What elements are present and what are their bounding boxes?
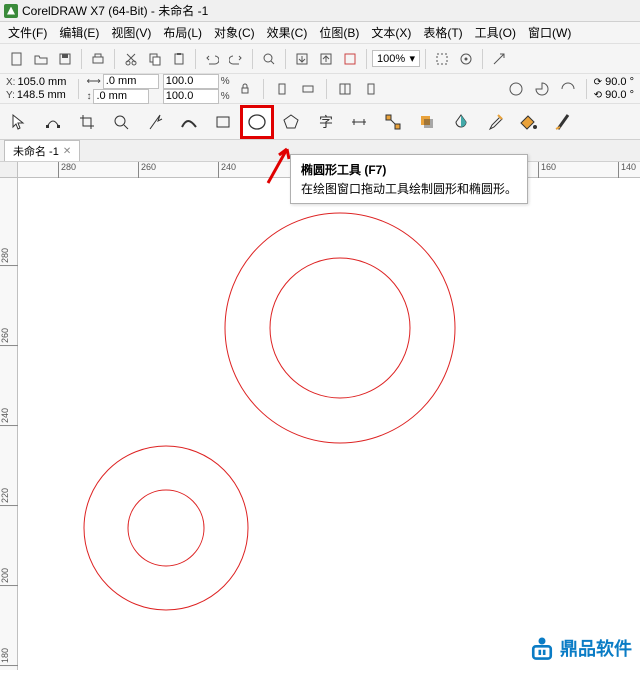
publish-icon[interactable]	[339, 48, 361, 70]
lock-ratio-icon[interactable]	[234, 78, 256, 100]
annotation-arrow-icon	[263, 145, 293, 185]
copy-icon[interactable]	[144, 48, 166, 70]
paste-icon[interactable]	[168, 48, 190, 70]
new-icon[interactable]	[6, 48, 28, 70]
eyedropper-tool[interactable]	[480, 107, 510, 137]
freehand-tool[interactable]	[140, 107, 170, 137]
pie-icon[interactable]	[531, 78, 553, 100]
undo-icon[interactable]	[201, 48, 223, 70]
drop-shadow-tool[interactable]	[412, 107, 442, 137]
menu-bitmap[interactable]: 位图(B)	[313, 22, 365, 43]
save-icon[interactable]	[54, 48, 76, 70]
transparency-tool[interactable]	[446, 107, 476, 137]
print-icon[interactable]	[87, 48, 109, 70]
launch-icon[interactable]	[488, 48, 510, 70]
drawing-canvas[interactable]	[18, 178, 640, 670]
arc-icon[interactable]	[557, 78, 579, 100]
ellipse-prop-icon[interactable]	[505, 78, 527, 100]
menu-layout[interactable]: 布局(L)	[157, 22, 208, 43]
menu-effect[interactable]: 效果(C)	[261, 22, 314, 43]
outline-tool[interactable]	[548, 107, 578, 137]
open-icon[interactable]	[30, 48, 52, 70]
redo-icon[interactable]	[225, 48, 247, 70]
menubar: 文件(F) 编辑(E) 视图(V) 布局(L) 对象(C) 效果(C) 位图(B…	[0, 22, 640, 44]
fill-tool[interactable]	[514, 107, 544, 137]
menu-edit[interactable]: 编辑(E)	[53, 22, 105, 43]
ruler-vertical[interactable]: 280 260 240 220 200 180	[0, 178, 18, 670]
menu-view[interactable]: 视图(V)	[105, 22, 157, 43]
menu-tools[interactable]: 工具(O)	[469, 22, 522, 43]
cut-icon[interactable]	[120, 48, 142, 70]
property-bar: X: Y: ⟷ ↕ % % ⟳ 90.0 ° ⟲ 90.0 °	[0, 74, 640, 104]
svg-text:字: 字	[319, 114, 333, 130]
portrait-icon[interactable]	[271, 78, 293, 100]
tooltip-title: 椭圆形工具 (F7)	[301, 161, 517, 178]
width-field[interactable]	[106, 75, 160, 87]
watermark: 鼎品软件	[528, 634, 632, 662]
start-angle[interactable]: 90.0 °	[605, 76, 634, 88]
menu-file[interactable]: 文件(F)	[2, 22, 53, 43]
canvas-area: 280 260 240 220 200 180 160 140 280 260 …	[0, 162, 640, 670]
export-icon[interactable]	[315, 48, 337, 70]
page-all-icon[interactable]	[334, 78, 356, 100]
snap-icon[interactable]	[431, 48, 453, 70]
height-field[interactable]	[96, 90, 150, 102]
rectangle-tool[interactable]	[208, 107, 238, 137]
text-tool[interactable]: 字	[310, 107, 340, 137]
menu-table[interactable]: 表格(T)	[417, 22, 468, 43]
scale-x[interactable]	[166, 75, 220, 87]
menu-text[interactable]: 文本(X)	[365, 22, 417, 43]
landscape-icon[interactable]	[297, 78, 319, 100]
crop-tool[interactable]	[72, 107, 102, 137]
artistic-media-tool[interactable]	[174, 107, 204, 137]
x-coord[interactable]	[17, 76, 71, 88]
shape-tool[interactable]	[38, 107, 68, 137]
ellipse-tooltip: 椭圆形工具 (F7) 在绘图窗口拖动工具绘制圆形和椭圆形。	[290, 154, 528, 204]
zoom-level[interactable]: 100%▾	[372, 50, 420, 67]
connector-tool[interactable]	[378, 107, 408, 137]
y-coord[interactable]	[17, 89, 71, 101]
title-text: CorelDRAW X7 (64-Bit) - 未命名 -1	[22, 2, 208, 19]
options-icon[interactable]	[455, 48, 477, 70]
page-current-icon[interactable]	[360, 78, 382, 100]
ellipse-tool[interactable]	[242, 107, 272, 137]
standard-toolbar: 100%▾	[0, 44, 640, 74]
import-icon[interactable]	[291, 48, 313, 70]
polygon-tool[interactable]	[276, 107, 306, 137]
titlebar: CorelDRAW X7 (64-Bit) - 未命名 -1	[0, 0, 640, 22]
watermark-text: 鼎品软件	[560, 635, 632, 661]
menu-object[interactable]: 对象(C)	[208, 22, 261, 43]
watermark-logo-icon	[528, 634, 556, 662]
close-tab-icon[interactable]: ✕	[63, 146, 71, 157]
end-angle[interactable]: 90.0 °	[605, 89, 634, 101]
zoom-tool[interactable]	[106, 107, 136, 137]
app-logo-icon	[4, 4, 18, 18]
document-tab[interactable]: 未命名 -1 ✕	[4, 140, 80, 161]
dimension-tool[interactable]	[344, 107, 374, 137]
pick-tool[interactable]	[4, 107, 34, 137]
search-icon[interactable]	[258, 48, 280, 70]
tooltip-body: 在绘图窗口拖动工具绘制圆形和椭圆形。	[301, 180, 517, 197]
menu-window[interactable]: 窗口(W)	[522, 22, 577, 43]
toolbox: 字	[0, 104, 640, 140]
ruler-origin[interactable]	[0, 162, 18, 178]
scale-y[interactable]	[166, 90, 220, 102]
